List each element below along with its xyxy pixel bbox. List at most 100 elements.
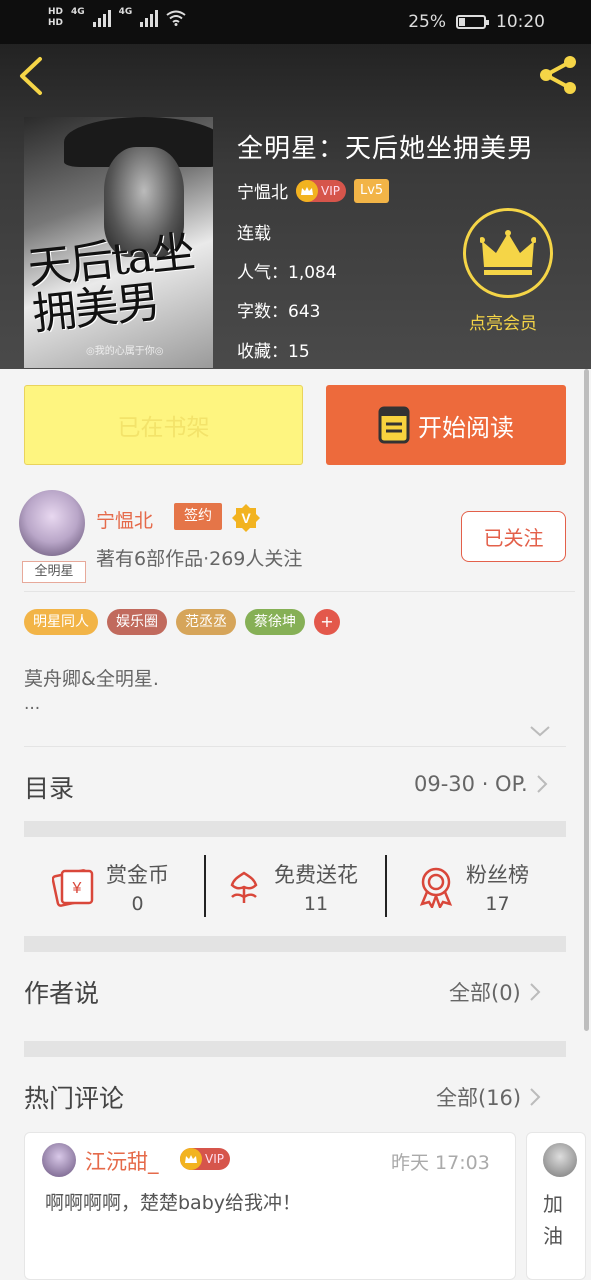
back-arrow-icon [20,57,42,95]
section-separator [24,1041,566,1057]
comment-text: 啊啊啊啊，楚楚baby给我冲！ [45,1192,302,1214]
divider [24,591,575,592]
vertical-divider [385,855,387,917]
book-title: 全明星：天后她坐拥美男 [237,134,535,164]
book-popularity: 人气：1,084 [237,258,337,283]
member-label[interactable]: 点亮会员 [469,309,537,334]
chevron-right-icon [530,1088,541,1106]
hd-indicator: HD HD [48,7,63,29]
back-button[interactable] [14,55,50,99]
stat-value: 0 [131,893,144,915]
author-says-all: 全部(0) [449,981,521,1005]
network-label-1: 4G [71,7,85,17]
medal-icon [419,867,453,908]
chevron-down-icon [530,726,550,737]
stat-label: 免费送花 [274,863,358,887]
book-wordcount: 字数：643 [237,297,320,322]
vertical-divider [204,855,206,917]
hd-label-1: HD [48,7,64,17]
section-separator [24,936,566,952]
author-stats: 著有6部作品·269人关注 [96,548,303,570]
vip-badge: VIP [180,1148,230,1170]
author-says-all-link[interactable]: 全部(0) [449,977,541,1007]
on-shelf-button[interactable]: 已在书架 [24,385,303,465]
author-says-title: 作者说 [24,979,100,1008]
scrollbar[interactable] [584,369,589,1031]
vip-crown-icon [296,179,318,202]
wifi-icon [166,10,186,26]
chevron-right-icon [536,775,548,793]
popularity-label: 人气： [237,263,288,283]
commenter-name[interactable]: 江沅甜_ [85,1146,159,1176]
coin-envelope-icon: ¥ [52,869,94,907]
free-flowers-button[interactable]: 免费送花 11 [224,852,358,922]
favorites-label: 收藏： [237,342,288,362]
reward-coins-button[interactable]: ¥ 赏金币 0 [52,852,169,922]
catalog-latest-link[interactable]: 09-30 · OP. [414,772,548,796]
commenter-avatar[interactable] [42,1143,76,1177]
add-tag-button[interactable]: + [314,609,340,635]
verified-icon: V [231,503,261,533]
cover-tagline: ◎我的心属于你◎ [86,346,164,357]
book-intro: 莫舟卿&全明星. [24,668,159,690]
signal-icon-2 [140,9,159,27]
catalog-latest: 09-30 · OP. [414,772,528,796]
tag-item[interactable]: 范丞丞 [176,609,236,635]
stat-value: 17 [485,893,510,915]
hot-comments-all-link[interactable]: 全部(16) [436,1082,541,1112]
share-icon [540,56,576,94]
hot-comments-all: 全部(16) [436,1086,522,1110]
stat-value: 11 [303,893,329,915]
expand-intro-button[interactable] [529,723,551,737]
catalog-title[interactable]: 目录 [24,769,74,805]
author-line: 宁愠北 VIP Lv5 [237,178,390,203]
start-reading-button[interactable]: 开始阅读 [326,385,566,465]
avatar-tag: 全明星 [22,561,86,583]
favorites-value: 15 [288,342,310,362]
book-author[interactable]: 宁愠北 [237,178,288,203]
tag-list: 明星同人 娱乐圈 范丞丞 蔡徐坤 + [24,609,340,635]
flower-icon [230,871,258,903]
network-label-2: 4G [118,7,133,17]
wordcount-label: 字数： [237,302,288,322]
tag-item[interactable]: 娱乐圈 [107,609,167,635]
status-left: HD HD 4G 4G [48,7,186,29]
stat-label: 赏金币 [106,863,169,887]
battery-percent: 25% [408,12,446,32]
status-right: 25% 10:20 [408,12,545,32]
clock: 10:20 [496,12,545,32]
comment-card[interactable]: 加油 [526,1132,586,1280]
status-bar: HD HD 4G 4G 25% 10:20 [0,0,591,44]
vip-label: VIP [321,183,340,198]
share-button[interactable] [536,52,582,98]
comment-time: 昨天 17:03 [391,1152,490,1174]
fan-ranking-button[interactable]: 粉丝榜 17 [416,852,529,922]
cover-title-art: 天后ta坐拥美男 [25,226,196,341]
crown-icon [480,230,536,275]
tag-item[interactable]: 蔡徐坤 [245,609,305,635]
svg-text:¥: ¥ [72,880,82,897]
book-favorites: 收藏：15 [237,337,310,362]
section-separator [24,821,566,837]
follow-button[interactable]: 已关注 [461,511,566,562]
signed-badge: 签约 [174,503,222,530]
popularity-value: 1,084 [288,263,337,283]
vip-crown-icon [180,1148,202,1170]
battery-icon [456,15,489,29]
wordcount-value: 643 [288,302,321,322]
tag-item[interactable]: 明星同人 [24,609,98,635]
signal-icon [92,9,111,27]
commenter-avatar[interactable] [543,1143,577,1177]
author-name[interactable]: 宁愠北 [96,506,153,533]
hd-label-2: HD [48,18,64,28]
level-badge: Lv5 [353,178,390,203]
member-button[interactable] [463,208,553,298]
vip-label: VIP [205,1152,224,1166]
book-cover[interactable]: 天后ta坐拥美男 ◎我的心属于你◎ [24,117,213,368]
comment-text: 加油 [543,1192,563,1248]
comment-card[interactable]: 江沅甜_ VIP 昨天 17:03 啊啊啊啊，楚楚baby给我冲！ [24,1132,516,1280]
vip-badge: VIP [296,179,346,202]
book-icon [378,406,410,444]
verified-label: V [241,510,251,526]
author-avatar[interactable] [19,490,85,556]
